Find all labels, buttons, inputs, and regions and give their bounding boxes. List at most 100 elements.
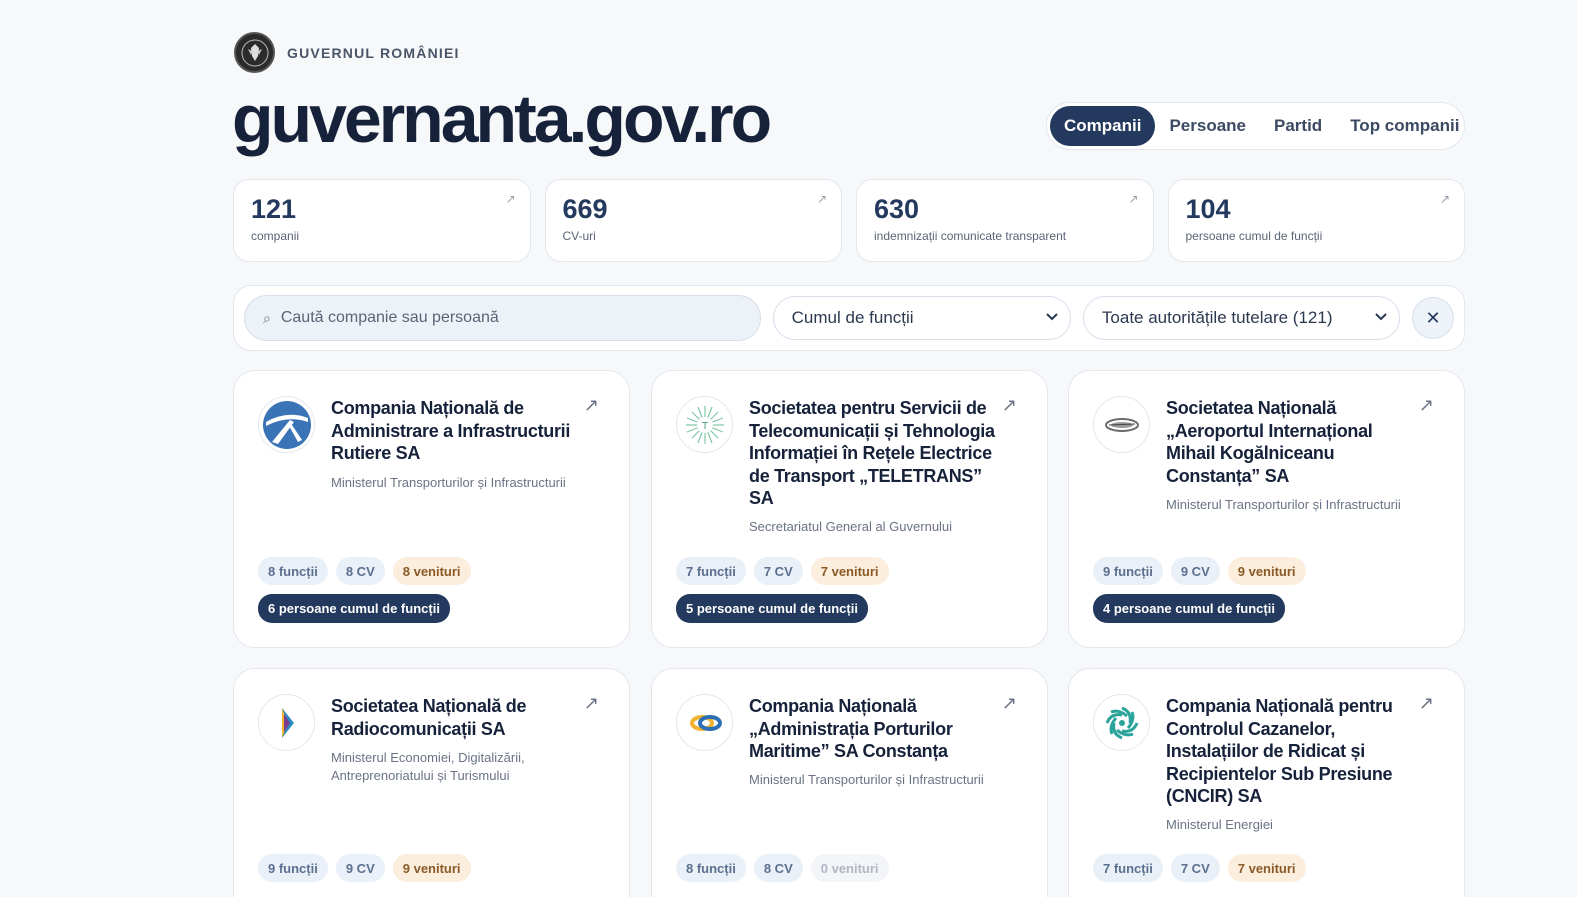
cumul-row: 5 persoane cumul de funcții [676, 594, 868, 623]
functii-pill: 8 funcții [676, 854, 746, 882]
search-icon: ⌕ [263, 309, 271, 326]
company-title: Compania Națională „Administrația Portur… [749, 696, 953, 761]
cumul-badge: 5 persoane cumul de funcții [676, 594, 868, 623]
teletrans-logo-icon: T [676, 396, 733, 453]
cumul-row: 4 persoane cumul de funcții [1093, 594, 1285, 623]
stat-pills: 9 funcții 9 CV 9 venituri [1093, 557, 1306, 585]
venituri-pill: 7 venituri [1227, 854, 1306, 882]
cumul-badge: 6 persoane cumul de funcții [258, 594, 450, 623]
arrow-up-right-icon: ↗ [816, 192, 827, 206]
company-card[interactable]: Compania Națională pentru Controlul Caza… [1068, 668, 1465, 897]
stat-card-companii[interactable]: 121 companii ↗ [233, 179, 531, 262]
tab-partid[interactable]: Partid [1260, 106, 1336, 146]
functii-pill: 9 funcții [1093, 557, 1163, 585]
functii-pill: 9 funcții [258, 854, 328, 882]
company-title: Societatea pentru Servicii de Telecomuni… [749, 398, 995, 508]
arrow-up-right-icon: ↗ [505, 192, 516, 206]
cumul-functii-select[interactable]: Cumul de funcții [772, 296, 1071, 340]
svg-text:T: T [700, 421, 708, 432]
arrow-up-right-icon: ↗ [1128, 192, 1139, 206]
page: GUVERNUL ROMÂNIEI guvernanta.gov.ro Comp… [0, 0, 1577, 897]
company-title: Societatea Națională de Radiocomunicații… [331, 696, 527, 739]
cv-pill: 9 CV [1170, 557, 1220, 585]
cnair-logo-icon [258, 396, 315, 453]
venituri-pill: 7 venituri [810, 557, 889, 585]
stat-label: indemnizații comunicate transparent [874, 229, 1067, 243]
venituri-pill: 9 venituri [392, 854, 471, 882]
gov-label: GUVERNUL ROMÂNIEI [287, 44, 460, 61]
cv-pill: 8 CV [753, 854, 803, 882]
cncir-logo-icon [1093, 694, 1150, 751]
ministry-label: Ministerul Transporturilor și Infrastruc… [749, 772, 984, 787]
site-title[interactable]: guvernanta.gov.ro [232, 80, 772, 158]
ministry-label: Ministerul Economiei, Digitalizării, Ant… [331, 750, 525, 783]
stat-pills: 7 funcții 7 CV 7 venituri [676, 557, 889, 585]
arrow-up-right-icon: ↗ [583, 395, 599, 415]
tab-top-companii[interactable]: Top companii [1336, 106, 1473, 146]
venituri-pill: 0 venituri [810, 854, 889, 882]
arrow-up-right-icon: ↗ [583, 693, 599, 713]
stat-label: CV-uri [562, 229, 596, 243]
stat-value: 104 [1185, 194, 1231, 224]
stat-card-indemnizatii[interactable]: 630 indemnizații comunicate transparent … [856, 179, 1154, 262]
arrow-up-right-icon: ↗ [1418, 693, 1434, 713]
arrow-up-right-icon: ↗ [1439, 192, 1450, 206]
stat-pills: 8 funcții 8 CV 8 venituri [258, 557, 471, 585]
chevron-down-icon [1375, 312, 1387, 324]
company-card[interactable]: Societatea Națională de Radiocomunicații… [233, 668, 630, 897]
stat-value: 630 [874, 194, 920, 224]
porturi-logo-icon [676, 694, 733, 751]
search-box: ⌕ [244, 295, 761, 341]
cv-pill: 7 CV [753, 557, 803, 585]
venituri-pill: 9 venituri [1227, 557, 1306, 585]
company-card[interactable]: T Societatea pentru Servicii de Telecomu… [651, 370, 1048, 648]
cumul-badge: 4 persoane cumul de funcții [1093, 594, 1285, 623]
company-card[interactable]: Compania Națională de Administrare a Inf… [233, 370, 630, 648]
arrow-up-right-icon: ↗ [1001, 395, 1017, 415]
stat-label: persoane cumul de funcții [1185, 229, 1323, 243]
stat-pills: 7 funcții 7 CV 7 venituri [1093, 854, 1306, 882]
stat-pills: 8 funcții 8 CV 0 venituri [676, 854, 889, 882]
main-nav: Companii Persoane Partid Top companii [1046, 102, 1465, 150]
ministry-label: Ministerul Transporturilor și Infrastruc… [1166, 497, 1401, 512]
clear-filters-button[interactable]: ✕ [1412, 297, 1454, 339]
tab-companii[interactable]: Companii [1050, 106, 1156, 146]
chevron-down-icon [1046, 312, 1058, 324]
romania-coat-of-arms-icon [234, 32, 275, 73]
ministry-label: Secretariatul General al Guvernului [749, 519, 953, 534]
cv-pill: 9 CV [335, 854, 385, 882]
company-title: Compania Națională pentru Controlul Caza… [1166, 696, 1393, 806]
tab-persoane[interactable]: Persoane [1155, 106, 1260, 146]
gov-brand[interactable]: GUVERNUL ROMÂNIEI [234, 32, 460, 73]
company-card[interactable]: Societatea Națională „Aeroportul Interna… [1068, 370, 1465, 648]
radiocom-logo-icon [258, 694, 315, 751]
stats-row: 121 companii ↗ 669 CV-uri ↗ 630 indemniz… [233, 179, 1465, 262]
cumul-row: 6 persoane cumul de funcții [258, 594, 450, 623]
select-value: Toate autoritățile tutelare (121) [1101, 308, 1333, 327]
search-input[interactable] [280, 309, 742, 327]
functii-pill: 7 funcții [1093, 854, 1163, 882]
company-title: Societatea Națională „Aeroportul Interna… [1166, 398, 1373, 486]
stat-value: 669 [562, 194, 608, 224]
close-icon: ✕ [1425, 307, 1441, 328]
company-card[interactable]: Compania Națională „Administrația Portur… [651, 668, 1048, 897]
functii-pill: 7 funcții [676, 557, 746, 585]
cv-pill: 8 CV [335, 557, 385, 585]
select-value: Cumul de funcții [791, 308, 914, 327]
airport-logo-icon [1093, 396, 1150, 453]
stat-label: companii [251, 229, 300, 243]
stat-pills: 9 funcții 9 CV 9 venituri [258, 854, 471, 882]
cv-pill: 7 CV [1170, 854, 1220, 882]
ministry-label: Ministerul Transporturilor și Infrastruc… [331, 475, 566, 490]
arrow-up-right-icon: ↗ [1001, 693, 1017, 713]
company-title: Compania Națională de Administrare a Inf… [331, 398, 571, 463]
stat-card-cumul[interactable]: 104 persoane cumul de funcții ↗ [1167, 179, 1465, 262]
arrow-up-right-icon: ↗ [1418, 395, 1434, 415]
stat-value: 121 [251, 194, 297, 224]
autoritati-tutelare-select[interactable]: Toate autoritățile tutelare (121) [1082, 296, 1401, 340]
functii-pill: 8 funcții [258, 557, 328, 585]
stat-card-cv[interactable]: 669 CV-uri ↗ [544, 179, 842, 262]
filter-bar: ⌕ Cumul de funcții Toate autoritățile tu… [233, 285, 1465, 351]
venituri-pill: 8 venituri [392, 557, 471, 585]
ministry-label: Ministerul Energiei [1166, 817, 1273, 832]
